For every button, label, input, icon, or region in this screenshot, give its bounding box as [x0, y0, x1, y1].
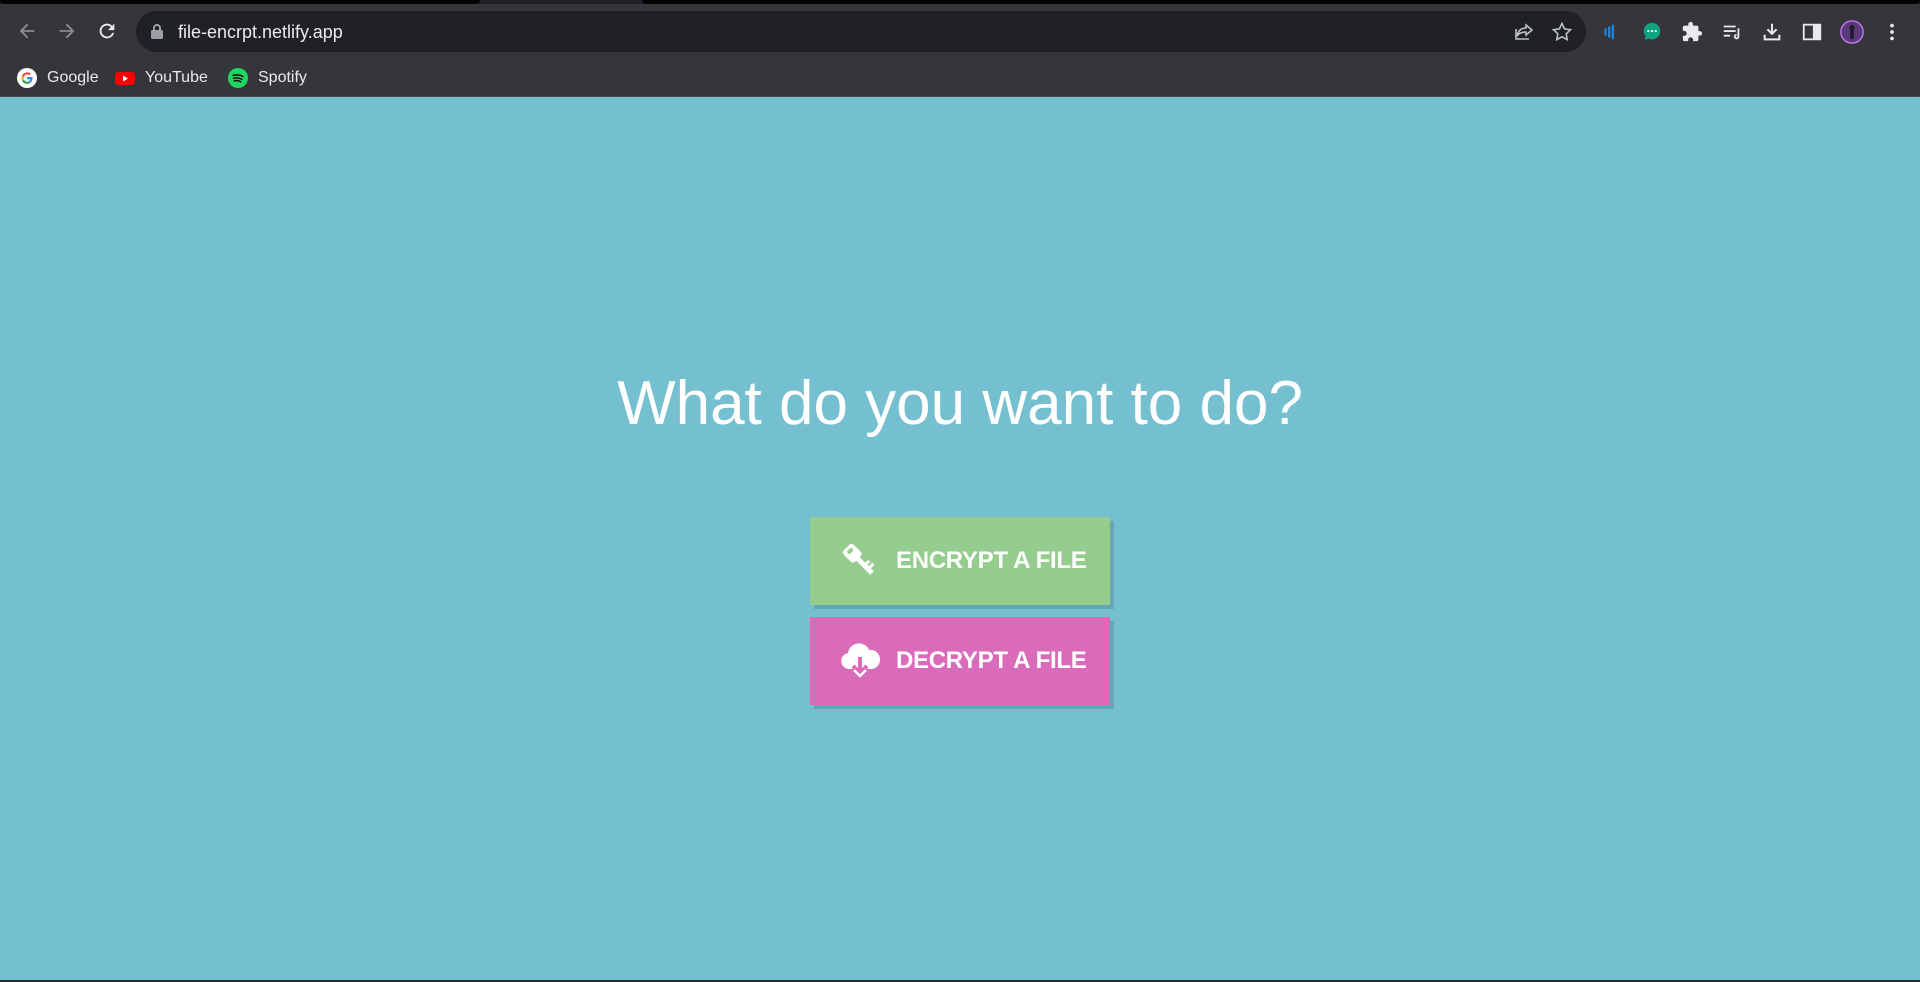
lock-icon: [151, 24, 163, 39]
download-icon[interactable]: [1760, 20, 1784, 44]
share-icon[interactable]: [1512, 20, 1536, 44]
encrypt-file-button[interactable]: ENCRYPT A FILE: [810, 517, 1110, 605]
url-text: file-encrpt.netlify.app: [178, 22, 343, 42]
profile-avatar[interactable]: [1840, 20, 1864, 44]
forward-arrow-icon: [59, 23, 75, 39]
bookmark-label: Google: [47, 69, 99, 86]
spotify-icon: [228, 68, 248, 88]
decrypt-button-label: DECRYPT A FILE: [896, 647, 1087, 674]
encrypt-button-label: ENCRYPT A FILE: [896, 547, 1087, 574]
bookmark-google[interactable]: Google: [17, 66, 99, 90]
read-aloud-extension-icon[interactable]: [1599, 20, 1623, 44]
extensions-puzzle-icon[interactable]: [1680, 20, 1704, 44]
side-panel-icon[interactable]: [1800, 20, 1824, 44]
youtube-icon: [115, 68, 135, 88]
decrypt-file-button[interactable]: DECRYPT A FILE: [810, 617, 1110, 705]
google-icon: [17, 68, 37, 88]
page-content: What do you want to do? ENCRYPT A FILE D…: [0, 97, 1920, 982]
page-title: What do you want to do?: [617, 369, 1303, 438]
bookmark-label: YouTube: [145, 69, 208, 86]
bookmark-label: Spotify: [258, 69, 307, 86]
bookmark-spotify[interactable]: Spotify: [228, 66, 307, 90]
reload-button[interactable]: [87, 11, 127, 51]
bookmark-star-icon[interactable]: [1550, 20, 1574, 44]
reload-icon: [99, 23, 115, 39]
cloud-download-icon: [838, 639, 882, 683]
chat-extension-icon[interactable]: [1640, 20, 1664, 44]
media-queue-icon[interactable]: [1720, 20, 1744, 44]
bookmarks-bar: Google YouTube Spotify: [0, 59, 1920, 97]
back-arrow-icon: [19, 23, 35, 39]
browser-toolbar: file-encrpt.netlify.app: [0, 4, 1920, 59]
address-bar[interactable]: file-encrpt.netlify.app: [136, 11, 1586, 52]
bookmark-youtube[interactable]: YouTube: [115, 66, 208, 90]
back-button[interactable]: [7, 11, 47, 51]
forward-button[interactable]: [47, 11, 87, 51]
browser-menu-icon[interactable]: [1880, 20, 1904, 44]
key-icon: [838, 539, 882, 583]
